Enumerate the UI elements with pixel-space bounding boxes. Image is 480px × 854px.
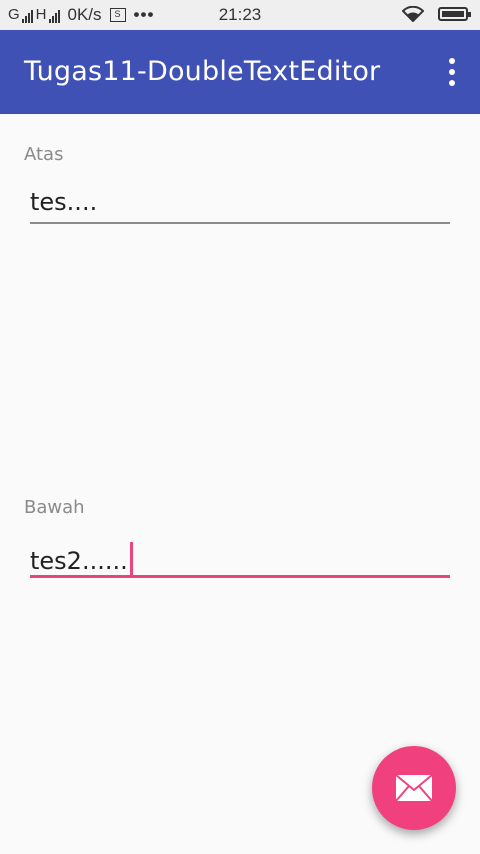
status-bar: G H 0K/s S ••• 21:23 — [0, 0, 480, 30]
status-right — [402, 6, 471, 22]
app-bar: Tugas11-DoubleTextEditor — [0, 30, 480, 114]
wifi-icon — [402, 6, 424, 22]
bottom-field-label: Bawah — [24, 497, 85, 518]
top-field-label: Atas — [24, 144, 64, 165]
bottom-text-field[interactable]: tes2...... — [30, 534, 450, 578]
text-cursor — [129, 542, 133, 576]
top-text-field[interactable]: tes.... — [30, 180, 450, 224]
top-text-value: tes.... — [30, 188, 98, 216]
bottom-text-wrap: tes2...... — [30, 542, 133, 576]
bottom-text-value: tes2...... — [30, 547, 128, 575]
battery-icon — [438, 7, 471, 21]
overflow-menu-icon[interactable] — [448, 58, 456, 86]
app-title: Tugas11-DoubleTextEditor — [24, 56, 381, 87]
send-mail-button[interactable] — [372, 746, 456, 830]
mail-icon — [395, 774, 433, 802]
